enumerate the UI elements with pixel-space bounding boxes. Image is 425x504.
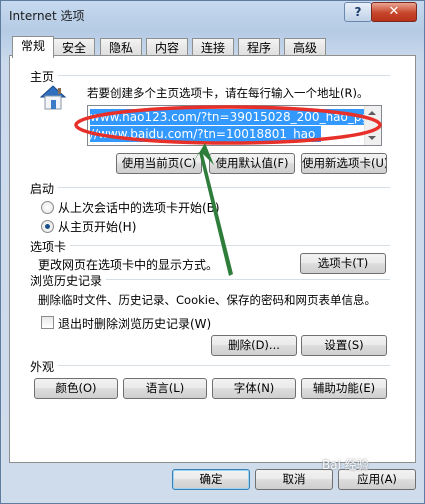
use-current-button[interactable]: 使用当前页(C) (116, 153, 202, 174)
delete-on-exit-checkbox[interactable] (41, 316, 54, 329)
home-separator (58, 75, 390, 76)
window-title: Internet 选项 (9, 9, 85, 23)
history-description: 删除临时文件、历史记录、Cookie、保存的密码和网页表单信息。 (38, 293, 377, 307)
home-hint: 若要创建多个主页选项卡，请在每行输入一个地址(R)。 (87, 86, 369, 100)
appearance-section-title: 外观 (30, 360, 55, 374)
watermark: Bai 经验 (322, 458, 369, 472)
languages-button[interactable]: 语言(L) (123, 378, 207, 399)
home-scrollbar[interactable] (364, 106, 381, 145)
fonts-button[interactable]: 字体(N) (212, 378, 296, 399)
radio-home-page-label: 从主页开始(H) (58, 220, 137, 234)
home-page-textarea[interactable]: www.hao123.com/?tn=39015028_200_hao_pg /… (87, 105, 382, 146)
appearance-separator (58, 365, 390, 366)
startup-separator (58, 187, 390, 188)
radio-last-session-label: 从上次会话中的选项卡开始(B) (58, 201, 220, 215)
tabs-section-title: 选项卡 (30, 240, 67, 254)
ok-button[interactable]: 确定 (172, 469, 250, 490)
tabs-description: 更改网页在选项卡中的显示方式。 (38, 258, 219, 272)
home-icon (39, 85, 67, 110)
close-button[interactable]: ✕ (371, 2, 417, 22)
radio-last-session[interactable] (41, 201, 54, 214)
history-section-title: 浏览历史记录 (30, 274, 103, 288)
startup-section-title: 启动 (30, 182, 55, 196)
tabs-settings-button[interactable]: 选项卡(T) (300, 253, 386, 274)
colors-button[interactable]: 颜色(O) (34, 378, 118, 399)
delete-on-exit-label: 退出时删除浏览历史记录(W) (58, 317, 212, 331)
history-settings-button[interactable]: 设置(S) (301, 335, 387, 356)
tabs-separator (70, 245, 390, 246)
accessibility-button[interactable]: 辅助功能(E) (301, 378, 387, 399)
scroll-down-icon[interactable] (368, 136, 376, 140)
tab-general[interactable]: 常规 (12, 36, 54, 58)
home-line-2: //www.baidu.com/?tn=10018801_hao_ (90, 126, 322, 142)
help-button[interactable]: ? (344, 2, 372, 22)
use-default-button[interactable]: 使用默认值(F) (209, 153, 295, 174)
home-line-1: www.hao123.com/?tn=39015028_200_hao_pg (90, 109, 370, 125)
delete-history-button[interactable]: 删除(D)... (211, 335, 297, 356)
scroll-up-icon[interactable] (368, 111, 376, 115)
radio-home-page[interactable] (41, 220, 54, 233)
use-new-tab-button[interactable]: 使用新选项卡(U) (301, 153, 387, 174)
history-separator (106, 279, 390, 280)
